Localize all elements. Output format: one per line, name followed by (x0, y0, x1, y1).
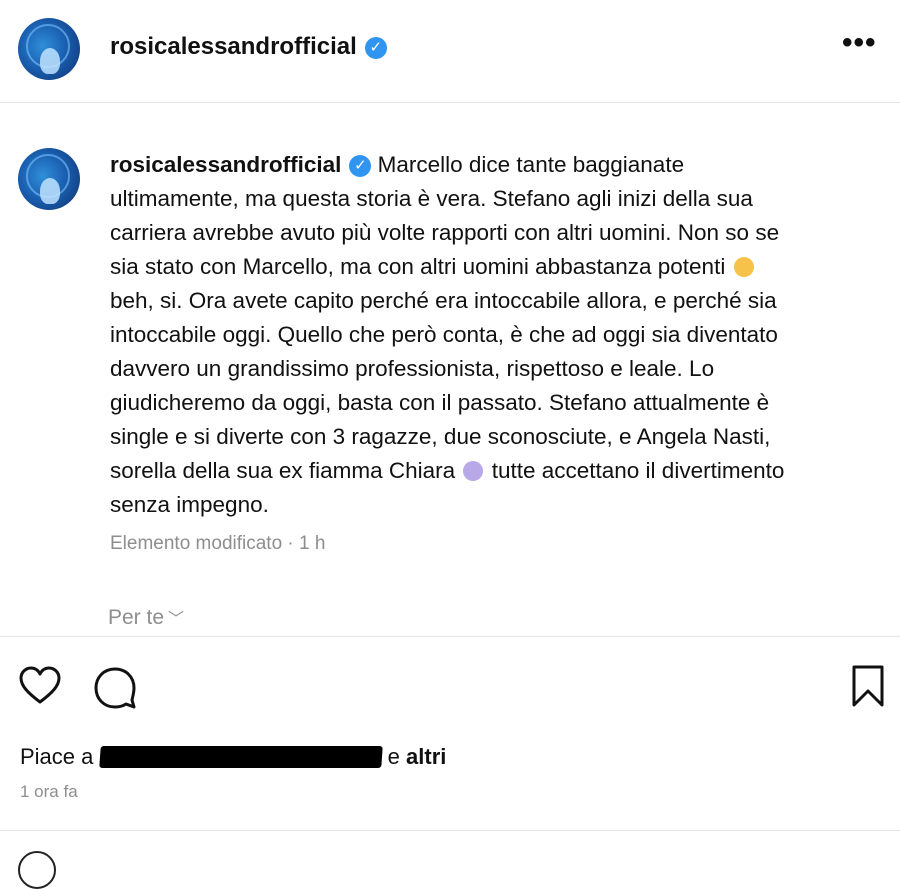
for-you-label: Per te (108, 606, 165, 629)
caption-line: davvero un grandissimo professionista, r… (110, 356, 715, 381)
caption-line: Marcello dice tante baggianate (377, 152, 685, 177)
likes-summary[interactable]: Piace a e altri (20, 744, 446, 770)
caption-line: intoccabile oggi. Quello che però conta,… (110, 322, 778, 347)
redacted-username (98, 746, 383, 768)
shocked-face-emoji-icon (463, 461, 484, 481)
for-you-dropdown[interactable]: Per te ﹀ (108, 605, 184, 630)
edited-timestamp: Elemento modificato · 1 h (110, 533, 326, 554)
verified-badge-icon: ✓ (349, 155, 372, 177)
caption-divider (0, 636, 900, 637)
author-username[interactable]: rosicalessandrofficial ✓ (110, 33, 387, 61)
likes-prefix: Piace a (20, 744, 94, 769)
likes-and: e (387, 744, 400, 769)
author-avatar[interactable] (18, 18, 80, 80)
caption-line: tutte accettano il divertimento (491, 458, 785, 483)
caption-line: single e si diverte con 3 ragazze, due s… (110, 424, 771, 449)
author-username-text[interactable]: rosicalessandrofficial (110, 33, 357, 60)
caption-line: senza impegno. (110, 492, 269, 517)
caption-avatar[interactable] (18, 148, 80, 210)
caption-line: sia stato con Marcello, ma con altri uom… (110, 254, 726, 279)
heart-hands-emoji-icon (733, 257, 754, 277)
post-timestamp: 1 ora fa (20, 782, 78, 801)
verified-badge-icon: ✓ (364, 37, 387, 59)
comment-bubble-icon[interactable] (92, 664, 138, 710)
caption-line: sorella della sua ex fiamma Chiara (110, 458, 456, 483)
chevron-down-icon: ﹀ (168, 611, 185, 628)
more-options-icon[interactable]: ••• (842, 28, 877, 58)
post-header: rosicalessandrofficial ✓ ••• (0, 0, 900, 100)
likes-others[interactable]: altri (406, 744, 446, 769)
action-bar (0, 660, 900, 716)
caption-line: beh, si. Ora avete capito perché era int… (110, 288, 777, 313)
caption-line: giudicheremo da oggi, basta con il passa… (110, 390, 770, 415)
header-divider (0, 102, 900, 103)
emoji-picker-icon[interactable] (18, 851, 56, 889)
post-caption: rosicalessandrofficial ✓ Marcello dice ta… (110, 148, 895, 522)
caption-line: ultimamente, ma questa storia è vera. St… (110, 186, 753, 211)
caption-username[interactable]: rosicalessandrofficial (110, 152, 341, 177)
caption-line: carriera avrebbe avuto più volte rapport… (110, 220, 780, 245)
footer-divider (0, 830, 900, 831)
bookmark-outline-icon[interactable] (850, 664, 886, 708)
heart-outline-icon[interactable] (18, 666, 62, 706)
